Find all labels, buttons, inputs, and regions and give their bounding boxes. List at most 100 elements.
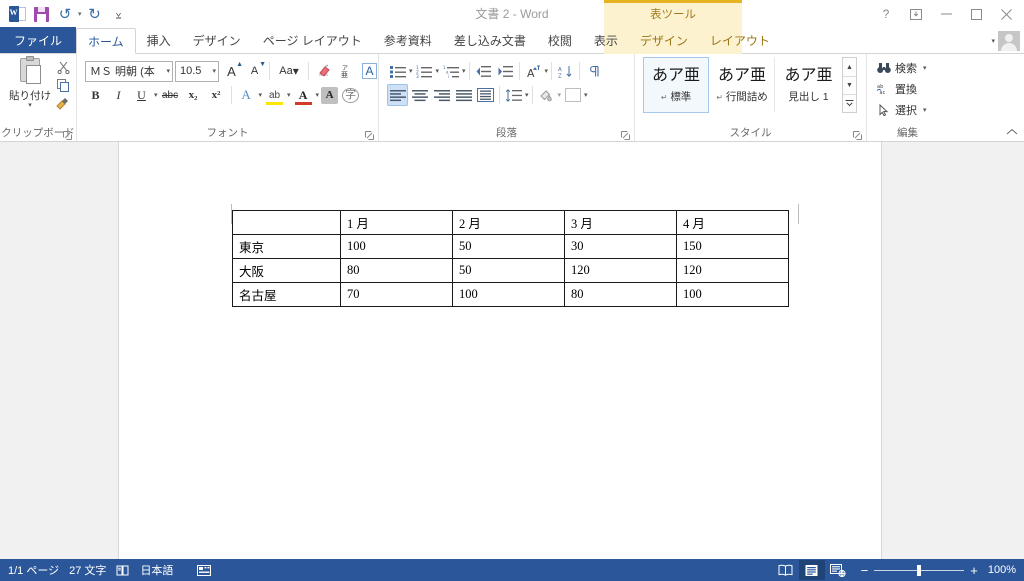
help-button[interactable]: ? <box>872 3 900 25</box>
paste-dropdown-icon[interactable]: ▾ <box>28 102 32 109</box>
font-dialog-launcher[interactable] <box>365 131 374 140</box>
highlight-dropdown-icon[interactable]: ▾ <box>287 91 291 99</box>
table-wrapper[interactable]: 1 月 2 月 3 月 4 月 東京 100 50 30 150 大阪 80 5… <box>232 210 789 307</box>
sort-icon[interactable]: AZ <box>555 60 576 82</box>
character-border-icon[interactable]: 字 <box>340 84 361 106</box>
select-button[interactable]: 選択 ▾ <box>876 100 927 120</box>
font-color-icon[interactable]: A <box>293 84 314 106</box>
superscript-button[interactable]: x² <box>206 84 227 106</box>
tab-mailings[interactable]: 差し込み文書 <box>443 27 537 53</box>
multilevel-dropdown-icon[interactable]: ▾ <box>462 67 466 75</box>
table-cell[interactable]: 30 <box>564 234 677 259</box>
table-cell[interactable]: 50 <box>452 234 565 259</box>
print-layout-view-button[interactable] <box>798 560 825 580</box>
table-header-row[interactable]: 1 月 2 月 3 月 4 月 <box>232 210 789 235</box>
minimize-button[interactable] <box>932 3 960 25</box>
align-right-button[interactable] <box>431 84 452 106</box>
table-cell[interactable]: 80 <box>340 258 453 283</box>
tab-review[interactable]: 校閲 <box>537 27 583 53</box>
tab-view[interactable]: 表示 <box>583 27 629 53</box>
text-effects-dropdown-icon[interactable]: ▾ <box>259 91 263 99</box>
zoom-in-button[interactable]: + <box>970 564 978 577</box>
tab-references[interactable]: 参考資料 <box>373 27 443 53</box>
table-cell[interactable]: 100 <box>340 234 453 259</box>
borders-icon[interactable] <box>562 84 583 106</box>
customize-qat-icon[interactable]: ⩣ <box>108 3 130 25</box>
ribbon-display-options-button[interactable] <box>902 3 930 25</box>
tab-insert[interactable]: 挿入 <box>136 27 182 53</box>
paste-button[interactable]: 貼り付け ▾ <box>8 56 52 111</box>
table-header-cell[interactable]: 4 月 <box>676 210 789 235</box>
redo-icon[interactable]: ↻ <box>84 3 106 25</box>
grow-font-button[interactable]: A ▲ <box>221 60 243 82</box>
underline-button[interactable]: U <box>131 84 152 106</box>
multilevel-list-icon[interactable]: 1ai <box>440 60 461 82</box>
word-logo-icon[interactable]: W <box>6 3 28 25</box>
show-formatting-marks-icon[interactable] <box>583 60 604 82</box>
document-canvas[interactable]: 1 月 2 月 3 月 4 月 東京 100 50 30 150 大阪 80 5… <box>0 142 1024 559</box>
underline-dropdown-icon[interactable]: ▾ <box>154 91 158 99</box>
save-icon[interactable] <box>30 3 52 25</box>
line-spacing-dropdown-icon[interactable]: ▾ <box>525 91 529 99</box>
tab-design[interactable]: デザイン <box>182 27 252 53</box>
page-indicator[interactable]: 1/1 ページ <box>8 562 69 578</box>
close-button[interactable] <box>992 3 1020 25</box>
zoom-out-button[interactable]: − <box>861 564 869 577</box>
styles-scroll-down-icon[interactable]: ▼ <box>843 76 856 94</box>
subscript-button[interactable]: x₂ <box>183 84 204 106</box>
table-cell[interactable]: 100 <box>676 282 789 307</box>
text-effects-icon[interactable]: A <box>236 84 257 106</box>
styles-more-icon[interactable] <box>843 94 856 112</box>
bullets-icon[interactable] <box>387 60 408 82</box>
table-header-cell[interactable]: 3 月 <box>564 210 677 235</box>
table-cell[interactable]: 150 <box>676 234 789 259</box>
change-case-button[interactable]: Aa ▾ <box>274 60 304 82</box>
styles-scroll-up-icon[interactable]: ▲ <box>843 58 856 76</box>
zoom-level-label[interactable]: 100% <box>988 564 1016 576</box>
tab-table-layout[interactable]: レイアウト <box>699 27 781 53</box>
style-item-normal[interactable]: あア亜 ↵ 標準 <box>643 57 709 113</box>
increase-indent-icon[interactable] <box>495 60 516 82</box>
table-header-cell[interactable] <box>232 210 341 235</box>
asian-layout-icon[interactable]: A <box>523 60 544 82</box>
align-center-button[interactable] <box>409 84 430 106</box>
find-button[interactable]: 検索 ▾ <box>876 58 927 78</box>
table-row[interactable]: 大阪 80 50 120 120 <box>232 258 789 283</box>
clipboard-dialog-launcher[interactable] <box>63 131 72 140</box>
chevron-down-icon[interactable]: ▾ <box>163 67 170 75</box>
zoom-thumb[interactable] <box>917 564 922 576</box>
table-cell[interactable]: 東京 <box>232 234 341 259</box>
table-row[interactable]: 東京 100 50 30 150 <box>232 234 789 259</box>
table-cell[interactable]: 名古屋 <box>232 282 341 307</box>
table-cell[interactable]: 120 <box>564 258 677 283</box>
align-left-button[interactable] <box>387 84 408 106</box>
avatar[interactable] <box>998 31 1020 51</box>
distribute-button[interactable] <box>475 84 496 106</box>
web-layout-view-button[interactable] <box>825 560 851 580</box>
paragraph-dialog-launcher[interactable] <box>621 131 630 140</box>
bullets-dropdown-icon[interactable]: ▾ <box>409 67 413 75</box>
table-cell[interactable]: 80 <box>564 282 677 307</box>
highlight-icon[interactable]: ab <box>264 84 285 106</box>
bold-button[interactable]: B <box>85 84 106 106</box>
tab-home[interactable]: ホーム <box>76 28 136 54</box>
maximize-button[interactable] <box>962 3 990 25</box>
styles-dialog-launcher[interactable] <box>853 131 862 140</box>
copy-icon[interactable] <box>54 77 72 93</box>
read-mode-view-button[interactable] <box>773 560 799 580</box>
select-dropdown-icon[interactable]: ▾ <box>923 106 927 114</box>
chevron-down-icon[interactable]: ▾ <box>209 67 216 75</box>
shading-icon[interactable] <box>536 84 557 106</box>
table-header-cell[interactable]: 2 月 <box>452 210 565 235</box>
asian-layout-dropdown-icon[interactable]: ▾ <box>545 67 549 75</box>
font-name-combo[interactable]: ＭＳ 明朝 (本 ▾ <box>85 60 173 82</box>
format-painter-icon[interactable] <box>54 95 72 111</box>
borders-dropdown-icon[interactable]: ▾ <box>584 91 588 99</box>
undo-dropdown-icon[interactable]: ▾ <box>78 10 82 18</box>
justify-button[interactable] <box>453 84 474 106</box>
find-dropdown-icon[interactable]: ▾ <box>923 64 927 72</box>
table-header-cell[interactable]: 1 月 <box>340 210 453 235</box>
document-page[interactable]: 1 月 2 月 3 月 4 月 東京 100 50 30 150 大阪 80 5… <box>118 142 882 559</box>
macro-record-icon[interactable] <box>183 564 221 577</box>
strikethrough-button[interactable]: abc <box>160 84 181 106</box>
